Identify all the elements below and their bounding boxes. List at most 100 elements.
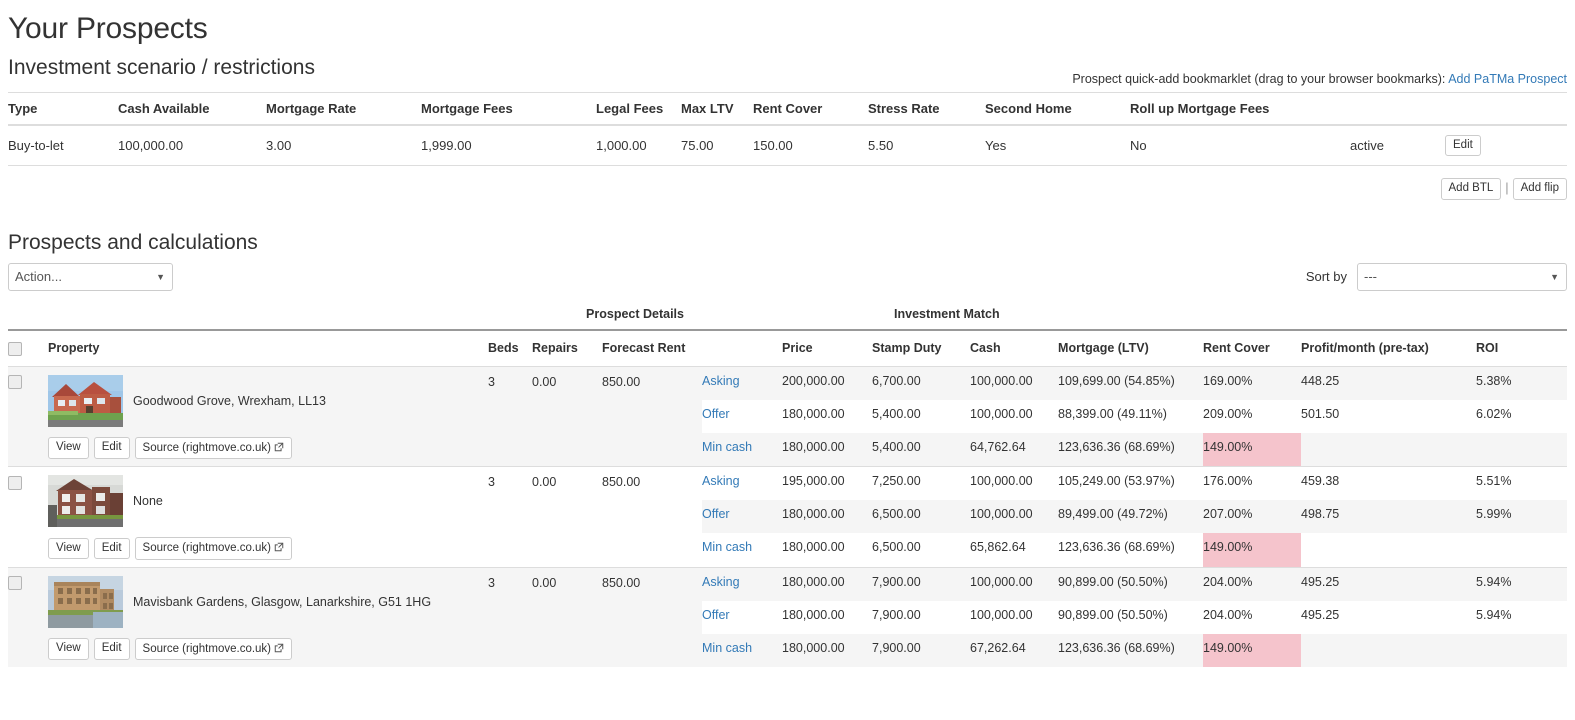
cell-stamp-duty: 7,250.00	[872, 466, 971, 501]
source-label: Source (rightmove.co.uk)	[142, 441, 272, 454]
cell-rent-cover: 204.00%	[1203, 600, 1302, 634]
view-button[interactable]: View	[48, 638, 89, 660]
table-row: None View Edit Source (rightmove.co.uk) 3 0.0…	[8, 466, 1567, 568]
scenario-second-home: Yes	[985, 124, 1130, 167]
cell-price: 180,000.00	[782, 566, 873, 601]
source-button[interactable]: Source (rightmove.co.uk)	[134, 537, 293, 560]
cell-roi: 5.94%	[1476, 600, 1567, 634]
scenario-link[interactable]: Asking	[702, 575, 740, 589]
cell-price: 200,000.00	[782, 365, 873, 400]
table-row: Goodwood Grove, Wrexham, LL13 View Edit Sou…	[8, 365, 1567, 467]
scenario-link[interactable]: Offer	[702, 407, 730, 421]
cell-roi: 6.02%	[1476, 399, 1567, 433]
prospects-heading: Prospects and calculations	[8, 230, 258, 254]
cell-profit-month: 498.75	[1301, 500, 1477, 534]
add-btl-button[interactable]: Add BTL	[1440, 178, 1502, 200]
cell-stamp-duty: 7,900.00	[872, 600, 971, 634]
cell-forecast-rent: 850.00	[602, 466, 702, 568]
scenario-link[interactable]: Offer	[702, 608, 730, 622]
cell-mortgage-ltv: 105,249.00 (53.97%)	[1058, 466, 1204, 501]
header-forecast-rent: Forecast Rent	[602, 329, 702, 367]
cell-repairs: 0.00	[532, 466, 602, 568]
property-name: None	[133, 494, 163, 509]
edit-button[interactable]: Edit	[93, 638, 130, 660]
row-select-checkbox[interactable]	[8, 475, 22, 490]
cell-scenario: Min cash	[702, 533, 783, 568]
sort-select[interactable]: ---	[1357, 262, 1567, 291]
scenario-roll-up-mortgage-fees: No	[1130, 124, 1350, 167]
scenario-col-max-ltv: Max LTV	[681, 91, 753, 126]
cell-roi	[1476, 432, 1567, 467]
cell-scenario: Offer	[702, 500, 783, 534]
header-cash: Cash	[970, 329, 1059, 367]
action-select[interactable]: Action...	[8, 262, 173, 291]
group-spacer-left	[8, 302, 488, 331]
scenario-stress-rate: 5.50	[868, 124, 985, 167]
row-select-checkbox[interactable]	[8, 375, 22, 390]
cell-roi: 5.38%	[1476, 365, 1567, 400]
cell-profit-month	[1301, 432, 1477, 467]
property-thumbnail[interactable]	[48, 475, 123, 528]
cell-profit-month: 459.38	[1301, 466, 1477, 501]
property-thumbnail[interactable]	[48, 575, 123, 628]
scenario-link[interactable]: Asking	[702, 374, 740, 388]
source-label: Source (rightmove.co.uk)	[142, 542, 272, 555]
scenario-col-legal-fees: Legal Fees	[596, 91, 681, 126]
prospects-controls: Action... ▼ Sort by --- ▼	[8, 262, 1567, 293]
cell-mortgage-ltv: 123,636.36 (68.69%)	[1058, 533, 1204, 568]
cell-stamp-duty: 7,900.00	[872, 566, 971, 601]
cell-roi: 5.94%	[1476, 566, 1567, 601]
cell-profit-month: 448.25	[1301, 365, 1477, 400]
edit-button[interactable]: Edit	[93, 537, 130, 560]
action-select-wrap: Action... ▼	[8, 262, 173, 291]
cell-rent-cover: 149.00%	[1203, 633, 1302, 668]
cell-scenario: Min cash	[702, 633, 783, 668]
header-property: Property	[48, 329, 488, 367]
add-flip-button[interactable]: Add flip	[1512, 178, 1567, 200]
cell-mortgage-ltv: 90,899.00 (50.50%)	[1058, 566, 1204, 601]
row-select-checkbox[interactable]	[8, 576, 22, 591]
view-button[interactable]: View	[48, 437, 89, 459]
sort-by-label: Sort by	[1305, 269, 1347, 285]
scenario-header-row: Type Cash Available Mortgage Rate Mortga…	[8, 91, 1567, 126]
scenario-legal-fees: 1,000.00	[596, 124, 681, 167]
sort-by-group: Sort by --- ▼	[1305, 262, 1567, 291]
scenario-col-mortgage-fees: Mortgage Fees	[421, 91, 596, 126]
scenario-col-mortgage-rate: Mortgage Rate	[266, 91, 421, 126]
scenario-link[interactable]: Min cash	[702, 440, 752, 454]
scenario-status: active	[1350, 124, 1445, 167]
select-all-checkbox[interactable]	[8, 341, 22, 356]
cell-cash: 67,262.64	[970, 633, 1059, 668]
row-select-cell	[8, 466, 48, 568]
cell-rent-cover: 169.00%	[1203, 365, 1302, 400]
scenario-link[interactable]: Min cash	[702, 641, 752, 655]
sort-select-wrap: --- ▼	[1357, 262, 1567, 291]
cell-rent-cover: 149.00%	[1203, 432, 1302, 467]
view-button[interactable]: View	[48, 537, 89, 560]
cell-price: 180,000.00	[782, 600, 873, 634]
cell-beds: 3	[488, 566, 532, 668]
scenario-col-second-home: Second Home	[985, 91, 1130, 126]
cell-cash: 100,000.00	[970, 500, 1059, 534]
source-button[interactable]: Source (rightmove.co.uk)	[134, 436, 293, 460]
cell-scenario: Asking	[702, 365, 783, 400]
header-repairs: Repairs	[532, 329, 602, 367]
scenario-link[interactable]: Min cash	[702, 540, 752, 554]
scenario-link[interactable]: Asking	[702, 474, 740, 488]
property-thumbnail[interactable]	[48, 374, 123, 427]
source-button[interactable]: Source (rightmove.co.uk)	[134, 637, 293, 661]
select-all-header	[8, 329, 48, 367]
cell-rent-cover: 149.00%	[1203, 533, 1302, 568]
scenario-actions-cell: Edit	[1445, 124, 1567, 167]
cell-mortgage-ltv: 89,499.00 (49.72%)	[1058, 500, 1204, 534]
scenario-table: Type Cash Available Mortgage Rate Mortga…	[8, 91, 1567, 167]
add-patma-prospect-link[interactable]: Add PaTMa Prospect	[1448, 72, 1567, 86]
property-cell: Mavisbank Gardens, Glasgow, Lanarkshire,…	[48, 566, 488, 668]
header-price: Price	[782, 329, 873, 367]
scenario-link[interactable]: Offer	[702, 507, 730, 521]
scenario-col-roll-up-mortgage-fees: Roll up Mortgage Fees	[1130, 91, 1350, 126]
table-row: Mavisbank Gardens, Glasgow, Lanarkshire,…	[8, 566, 1567, 668]
scenario-edit-button[interactable]: Edit	[1445, 134, 1481, 157]
edit-button[interactable]: Edit	[93, 437, 130, 459]
cell-rent-cover: 209.00%	[1203, 399, 1302, 433]
